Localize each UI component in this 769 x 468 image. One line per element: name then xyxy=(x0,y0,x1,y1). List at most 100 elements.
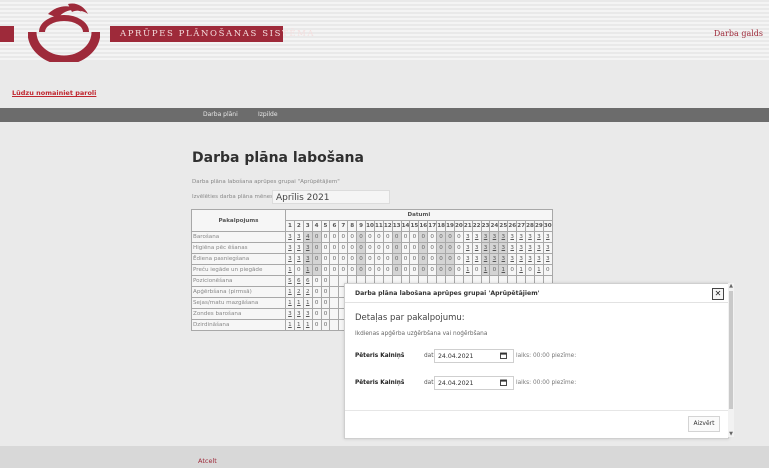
plan-cell[interactable]: 3 xyxy=(285,242,295,254)
plan-cell[interactable]: 0 xyxy=(418,264,429,276)
plan-cell[interactable]: 0 xyxy=(391,253,402,265)
plan-cell[interactable]: 0 xyxy=(436,264,447,276)
plan-cell[interactable]: 0 xyxy=(427,231,438,243)
plan-cell[interactable]: 0 xyxy=(373,264,384,276)
scroll-down-icon[interactable]: ▼ xyxy=(728,431,734,437)
nav-item-izpilde[interactable]: Izpilde xyxy=(258,111,278,118)
plan-cell[interactable]: 1 xyxy=(533,264,544,276)
plan-cell[interactable]: 1 xyxy=(302,264,313,276)
plan-cell[interactable]: 0 xyxy=(365,264,375,276)
plan-cell[interactable]: 0 xyxy=(453,264,464,276)
plan-cell[interactable]: 0 xyxy=(400,242,411,254)
plan-cell[interactable]: 0 xyxy=(436,253,447,265)
plan-cell[interactable]: 0 xyxy=(382,242,393,254)
plan-cell[interactable]: 0 xyxy=(347,264,358,276)
plan-cell[interactable]: 3 xyxy=(471,231,482,243)
plan-cell[interactable]: 0 xyxy=(409,231,420,243)
plan-cell[interactable]: 0 xyxy=(320,253,331,265)
plan-cell[interactable]: 1 xyxy=(285,319,295,331)
nav-item-darba-plani[interactable]: Darba plāni xyxy=(203,111,238,118)
plan-cell[interactable]: 0 xyxy=(409,253,420,265)
plan-cell[interactable]: 0 xyxy=(391,264,402,276)
plan-cell[interactable]: 0 xyxy=(427,242,438,254)
plan-cell[interactable]: 0 xyxy=(293,264,304,276)
plan-cell[interactable]: 1 xyxy=(516,264,527,276)
plan-cell[interactable]: 0 xyxy=(311,319,322,331)
plan-cell[interactable]: 0 xyxy=(453,242,464,254)
plan-cell[interactable]: 3 xyxy=(507,231,518,243)
plan-cell[interactable]: 0 xyxy=(418,231,429,243)
plan-cell[interactable]: 0 xyxy=(365,231,375,243)
plan-cell[interactable]: 3 xyxy=(471,253,482,265)
plan-cell[interactable]: 0 xyxy=(365,253,375,265)
plan-cell[interactable]: 3 xyxy=(480,242,491,254)
plan-cell[interactable]: 6 xyxy=(302,275,313,287)
plan-cell[interactable]: 1 xyxy=(285,264,295,276)
plan-cell[interactable]: 0 xyxy=(338,264,349,276)
plan-cell[interactable]: 0 xyxy=(356,242,367,254)
plan-cell[interactable]: 3 xyxy=(462,242,473,254)
plan-cell[interactable]: 0 xyxy=(320,319,331,331)
plan-cell[interactable]: 3 xyxy=(302,308,313,320)
plan-cell[interactable]: 0 xyxy=(373,231,384,243)
plan-cell[interactable]: 3 xyxy=(525,231,535,243)
plan-cell[interactable]: 3 xyxy=(542,242,553,254)
plan-cell[interactable]: 3 xyxy=(302,242,313,254)
plan-cell[interactable]: 0 xyxy=(373,253,384,265)
plan-cell[interactable]: 0 xyxy=(311,308,322,320)
plan-cell[interactable]: 4 xyxy=(302,231,313,243)
plan-cell[interactable]: 3 xyxy=(285,231,295,243)
plan-cell[interactable]: 3 xyxy=(285,308,295,320)
plan-cell[interactable]: 1 xyxy=(302,297,313,309)
plan-cell[interactable]: 2 xyxy=(302,286,313,298)
plan-cell[interactable]: 0 xyxy=(356,253,367,265)
plan-cell[interactable]: 0 xyxy=(356,231,367,243)
close-button[interactable]: Aizvērt xyxy=(688,416,720,432)
plan-cell[interactable]: 0 xyxy=(382,253,393,265)
plan-cell[interactable]: 0 xyxy=(507,264,518,276)
plan-cell[interactable]: 3 xyxy=(293,253,304,265)
plan-cell[interactable]: 0 xyxy=(320,231,331,243)
change-password-link[interactable]: Lūdzu nomainiet paroli xyxy=(12,89,96,97)
darba-galds-link[interactable]: Darba galds xyxy=(714,29,763,38)
plan-cell[interactable]: 0 xyxy=(418,242,429,254)
month-select[interactable]: Aprīlis 2021 xyxy=(272,190,390,204)
plan-cell[interactable]: 3 xyxy=(302,253,313,265)
plan-cell[interactable]: 0 xyxy=(338,242,349,254)
plan-cell[interactable]: 0 xyxy=(347,253,358,265)
plan-cell[interactable]: 1 xyxy=(302,319,313,331)
calendar-icon[interactable] xyxy=(500,352,507,359)
plan-cell[interactable]: 3 xyxy=(542,231,553,243)
plan-cell[interactable]: 3 xyxy=(489,253,500,265)
scroll-thumb[interactable] xyxy=(729,291,733,409)
plan-cell[interactable]: 3 xyxy=(462,253,473,265)
plan-cell[interactable]: 3 xyxy=(285,253,295,265)
plan-cell[interactable]: 3 xyxy=(489,231,500,243)
plan-cell[interactable]: 0 xyxy=(338,253,349,265)
cancel-link[interactable]: Atcelt xyxy=(198,457,217,465)
plan-cell[interactable]: 3 xyxy=(498,242,509,254)
calendar-icon[interactable] xyxy=(500,379,507,386)
plan-cell[interactable]: 0 xyxy=(427,264,438,276)
plan-cell[interactable]: 0 xyxy=(311,253,322,265)
plan-cell[interactable]: 0 xyxy=(391,231,402,243)
close-icon[interactable]: ✕ xyxy=(712,288,724,300)
plan-cell[interactable]: 0 xyxy=(453,231,464,243)
plan-cell[interactable]: 0 xyxy=(400,253,411,265)
plan-cell[interactable]: 0 xyxy=(445,231,455,243)
plan-cell[interactable]: 0 xyxy=(320,275,331,287)
plan-cell[interactable]: 0 xyxy=(542,264,553,276)
plan-cell[interactable]: 3 xyxy=(507,242,518,254)
plan-cell[interactable]: 3 xyxy=(533,231,544,243)
plan-cell[interactable]: 0 xyxy=(311,286,322,298)
plan-cell[interactable]: 0 xyxy=(347,231,358,243)
plan-cell[interactable]: 3 xyxy=(516,253,527,265)
plan-cell[interactable]: 0 xyxy=(373,242,384,254)
plan-cell[interactable]: 6 xyxy=(293,275,304,287)
plan-cell[interactable]: 0 xyxy=(356,264,367,276)
plan-cell[interactable]: 3 xyxy=(525,242,535,254)
plan-cell[interactable]: 0 xyxy=(445,253,455,265)
plan-cell[interactable]: 0 xyxy=(311,231,322,243)
plan-cell[interactable]: 0 xyxy=(320,308,331,320)
plan-cell[interactable]: 3 xyxy=(471,242,482,254)
